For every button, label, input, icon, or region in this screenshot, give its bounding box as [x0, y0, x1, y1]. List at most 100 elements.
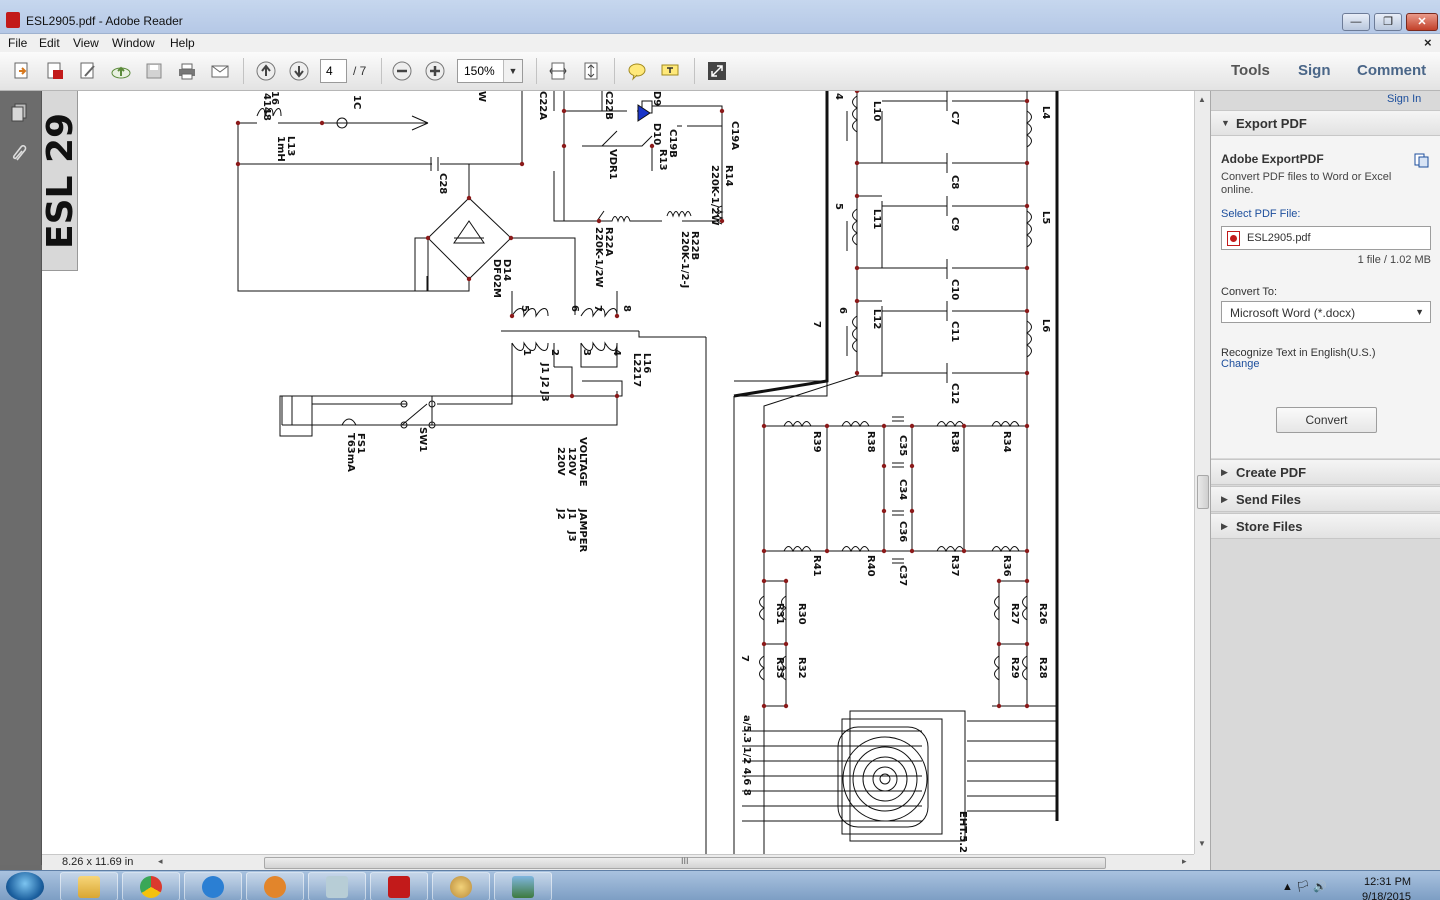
zoom-dropdown-button[interactable]: ▼ [503, 60, 522, 82]
fit-width-button[interactable] [545, 59, 571, 83]
zoom-out-button[interactable] [389, 59, 415, 83]
svg-text:C36: C36 [897, 521, 908, 542]
scroll-right-icon[interactable]: ▸ [1182, 856, 1187, 867]
svg-text:C11: C11 [949, 321, 960, 342]
toolbar [0, 52, 1440, 134]
svg-text:R27: R27 [1009, 603, 1020, 625]
svg-text:4: 4 [833, 93, 844, 100]
svg-text:W: W [476, 91, 487, 102]
create-pdf-header[interactable]: ▶ Create PDF [1211, 459, 1440, 485]
close-document-button[interactable]: × [1424, 35, 1432, 50]
svg-text:3: 3 [581, 349, 592, 356]
export-pdf-header[interactable]: ▼ Export PDF [1211, 110, 1440, 136]
chevron-down-icon: ▼ [508, 66, 518, 76]
svg-text:R40: R40 [865, 555, 876, 577]
open-file-icon [14, 62, 28, 79]
maximize-button[interactable]: ❐ [1374, 13, 1402, 31]
add-comment-button[interactable] [624, 59, 650, 83]
taskbar-notes[interactable] [308, 872, 366, 900]
page-number-input[interactable] [320, 59, 347, 83]
svg-text:C8: C8 [949, 175, 960, 189]
svg-text:C22B: C22B [603, 91, 614, 120]
system-tray-icons[interactable]: ▲ 🏳 🔊 [1282, 880, 1327, 893]
scroll-down-icon[interactable]: ▼ [1198, 839, 1206, 848]
svg-text:5: 5 [833, 203, 844, 210]
taskbar-explorer[interactable] [60, 872, 118, 900]
upload-button[interactable] [108, 59, 134, 83]
svg-text:120V: 120V [566, 447, 577, 476]
horizontal-scroll-thumb[interactable]: III [264, 856, 1106, 869]
svg-text:R37: R37 [949, 555, 960, 577]
document-view[interactable]: 16 4148 L13 1mH 1C W C28 C22A C22B D9 D1… [42, 91, 1194, 854]
svg-text:C19A: C19A [729, 121, 740, 150]
page-thumbnails-button[interactable] [8, 100, 32, 124]
fit-page-icon [584, 62, 598, 80]
svg-text:J2: J2 [539, 376, 550, 388]
taskbar-chrome[interactable] [122, 872, 180, 900]
send-files-header[interactable]: ▶ Send Files [1211, 486, 1440, 512]
svg-text:T63mA: T63mA [345, 433, 356, 472]
adobe-reader-icon [6, 12, 20, 28]
taskbar-media-player[interactable] [246, 872, 304, 900]
fit-page-button[interactable] [578, 59, 604, 83]
chrome-icon [140, 875, 162, 898]
tab-comment[interactable]: Comment [1357, 62, 1426, 79]
email-button[interactable] [207, 59, 233, 83]
taskbar-photo-viewer[interactable] [494, 872, 552, 900]
taskbar-paint[interactable] [432, 872, 490, 900]
svg-text:8: 8 [621, 305, 632, 312]
change-language-link[interactable]: Change [1221, 358, 1260, 370]
save-button[interactable] [141, 59, 167, 83]
svg-text:R34: R34 [1001, 431, 1012, 453]
paint-palette-icon [450, 875, 472, 898]
next-page-button[interactable] [286, 59, 312, 83]
create-pdf-button[interactable] [42, 59, 68, 83]
vertical-scrollbar[interactable]: ▲ ▼ [1194, 91, 1210, 854]
start-button[interactable] [6, 872, 44, 900]
minimize-button[interactable]: — [1342, 13, 1370, 31]
sign-in-link[interactable]: Sign In [1387, 93, 1421, 105]
print-button[interactable] [174, 59, 200, 83]
svg-text:220K-1/2W: 220K-1/2W [709, 165, 720, 226]
convert-format-select[interactable]: Microsoft Word (*.docx) ▼ [1221, 301, 1431, 323]
highlight-text-button[interactable] [657, 59, 683, 83]
menu-view[interactable]: View [73, 36, 99, 50]
close-window-button[interactable]: ✕ [1406, 13, 1438, 31]
svg-text:5: 5 [519, 305, 530, 312]
select-file-label: Select PDF File: [1221, 208, 1301, 220]
export-options-icon[interactable] [1413, 152, 1429, 168]
taskbar-adobe-reader[interactable] [370, 872, 428, 900]
menu-window[interactable]: Window [112, 36, 155, 50]
menu-edit[interactable]: Edit [39, 36, 60, 50]
clock-date[interactable]: 9/18/2015 [1362, 891, 1411, 900]
scroll-up-icon[interactable]: ▲ [1198, 95, 1206, 104]
full-screen-button[interactable] [704, 59, 730, 83]
edit-pdf-button[interactable] [75, 59, 101, 83]
store-files-header[interactable]: ▶ Store Files [1211, 513, 1440, 539]
vertical-scroll-thumb[interactable] [1197, 475, 1209, 509]
pdf-file-field[interactable]: ESL2905.pdf [1221, 226, 1431, 250]
svg-text:VOLTAGE: VOLTAGE [577, 437, 588, 487]
previous-page-button[interactable] [253, 59, 279, 83]
menu-file[interactable]: File [8, 36, 27, 50]
svg-text:D9: D9 [651, 91, 662, 106]
svg-text:C34: C34 [897, 479, 908, 500]
svg-text:L4: L4 [1040, 106, 1051, 119]
convert-to-label: Convert To: [1221, 286, 1278, 298]
convert-button[interactable]: Convert [1276, 407, 1377, 433]
pdf-file-icon [1227, 231, 1240, 246]
attachments-button[interactable] [8, 141, 32, 165]
open-file-button[interactable] [9, 59, 35, 83]
svg-text:C7: C7 [949, 111, 960, 125]
zoom-in-button[interactable] [422, 59, 448, 83]
clock-time[interactable]: 12:31 PM [1364, 876, 1411, 888]
svg-text:C12: C12 [949, 383, 960, 404]
menu-help[interactable]: Help [170, 36, 195, 50]
status-bar: 8.26 x 11.69 in ◂ III ▸ [42, 854, 1194, 870]
schematic-drawing: 16 4148 L13 1mH 1C W C28 C22A C22B D9 D1… [235, 91, 1059, 854]
scroll-left-icon[interactable]: ◂ [158, 856, 163, 867]
tab-tools[interactable]: Tools [1231, 62, 1270, 79]
taskbar-internet-explorer[interactable] [184, 872, 242, 900]
svg-text:C22A: C22A [537, 91, 548, 120]
tab-sign[interactable]: Sign [1298, 62, 1331, 79]
